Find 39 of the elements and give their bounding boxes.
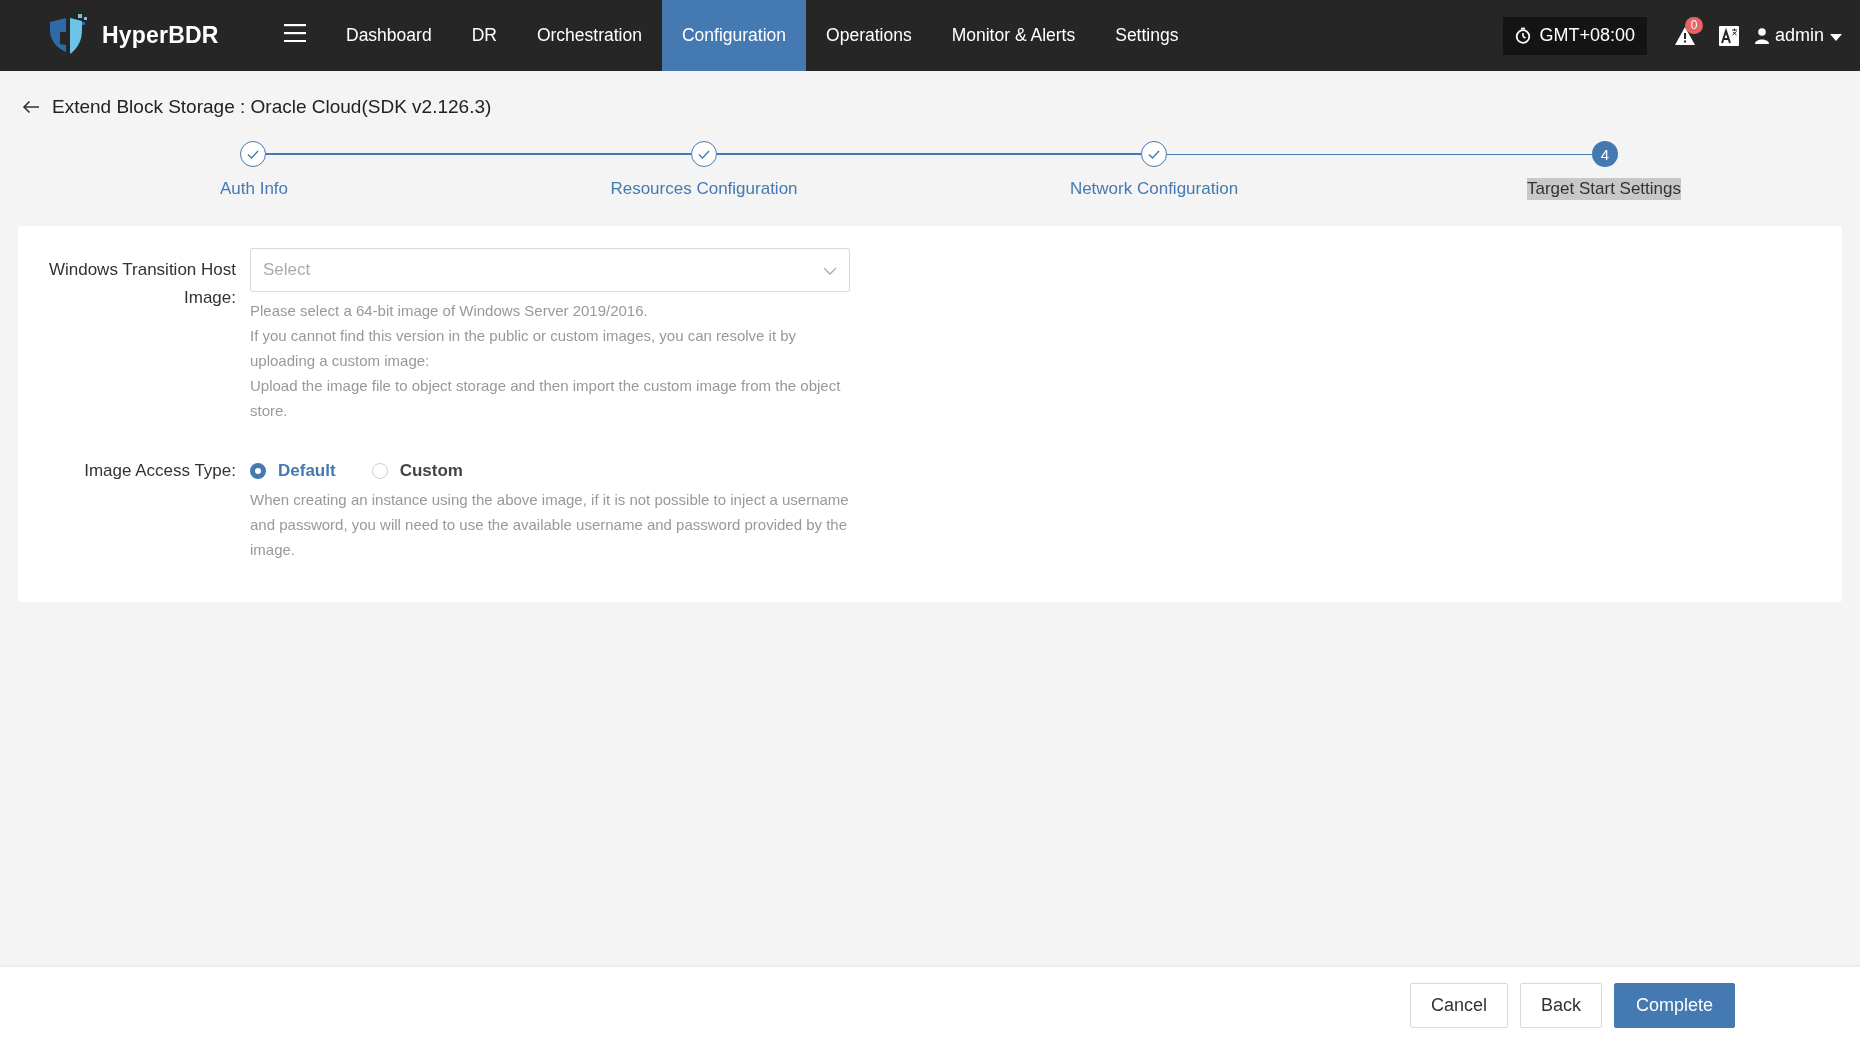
nav-tab[interactable]: Orchestration [516, 0, 662, 71]
nav-tab[interactable]: Operations [806, 0, 932, 71]
chevron-down-icon [823, 267, 837, 275]
help-text: If you cannot find this version in the public or custom images, you can resolve it by uploading a custom image: [250, 326, 798, 371]
check-icon [247, 149, 259, 159]
radio-button[interactable] [250, 463, 266, 479]
nav-tab[interactable]: Monitor & Alerts [931, 0, 1096, 71]
help-text: Upload the image file to object storage and then import the custom image from the object store. [250, 376, 842, 421]
brand-name: HyperBDR [102, 22, 219, 49]
page-title: Extend Block Storage : Oracle Cloud(SDK v2.126.3) [52, 96, 492, 118]
nav-tab[interactable]: Dashboard [326, 0, 452, 71]
step-label: Resources Configuration [610, 178, 798, 200]
timezone-button[interactable]: GMT+08:00 [1503, 16, 1647, 55]
caret-icon [1830, 34, 1842, 41]
step-circle: 4 [1592, 141, 1618, 167]
back-arrow-icon[interactable] [22, 100, 40, 114]
help-text: When creating an instance using the above image, if it is not possible to inject a username and password, you will need to use the available username and password provided by the image. [250, 490, 850, 560]
alert-count-badge: 0 [1684, 16, 1703, 34]
step-label: Target Start Settings [1527, 178, 1681, 200]
radio-option[interactable]: Custom [371, 461, 463, 481]
check-icon [697, 149, 710, 159]
translate-icon[interactable] [1718, 25, 1739, 46]
nav-tab[interactable]: DR [451, 0, 517, 71]
user-icon [1754, 27, 1769, 44]
footer-button[interactable]: Cancel [1409, 982, 1508, 1028]
step-label: Network Configuration [1069, 178, 1239, 200]
help-text: Please select a 64-bit image of Windows Server 2019/2016. [250, 301, 649, 321]
stopwatch-icon [1515, 27, 1532, 44]
check-icon [1148, 149, 1161, 159]
field-label: Windows Transition Host Image: [47, 259, 236, 309]
user-menu[interactable]: admin [1754, 25, 1842, 46]
radio-option[interactable]: Default [250, 461, 336, 481]
nav-tab[interactable]: Settings [1095, 0, 1199, 71]
field-label: Image Access Type: [83, 460, 236, 482]
footer-button[interactable]: Back [1519, 982, 1602, 1028]
menu-icon[interactable] [284, 24, 306, 42]
complete-button[interactable]: Complete [1614, 982, 1735, 1028]
step-label: Auth Info [219, 178, 289, 200]
nav-tab[interactable]: Configuration [661, 0, 807, 71]
